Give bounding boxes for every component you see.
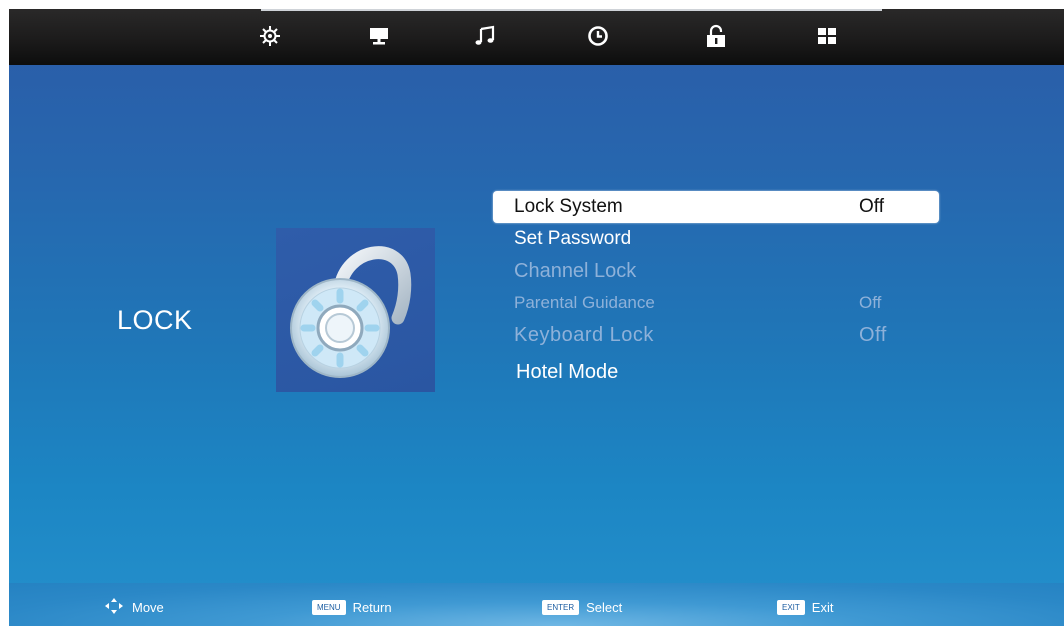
- enter-key-badge: ENTER: [542, 599, 580, 615]
- menu-item-label: Set Password: [514, 228, 632, 249]
- menu-item-label: Channel Lock: [514, 260, 637, 282]
- picture-settings-icon[interactable]: [253, 21, 287, 51]
- combination-padlock-icon: [276, 228, 435, 392]
- menu-item-label: Lock System: [514, 196, 623, 217]
- hint-select: ENTER Select: [542, 599, 622, 615]
- exit-key-badge: EXIT: [777, 599, 805, 615]
- menu-item-set-password[interactable]: Set Password: [493, 223, 939, 255]
- hint-label: Move: [132, 599, 164, 615]
- menu-item-value: Off: [859, 196, 884, 217]
- hint-label: Exit: [811, 599, 834, 615]
- move-arrows-icon: [105, 597, 123, 617]
- bottom-hint-bar: Move MENU Return ENTER Select EXIT Exit: [9, 583, 1064, 626]
- menu-item-label: Parental Guidance: [514, 293, 655, 312]
- page-title: LOCK: [117, 305, 193, 335]
- clock-icon[interactable]: [581, 21, 615, 51]
- padlock-icon[interactable]: [699, 21, 733, 51]
- menu-item-value: Off: [859, 324, 887, 346]
- hint-exit: EXIT Exit: [777, 599, 833, 615]
- menu-item-hotel-mode[interactable]: Hotel Mode: [493, 356, 939, 388]
- tv-osd-screen: LOCK Lock System Off Set Password Channe…: [9, 9, 1064, 626]
- hint-label: Select: [586, 599, 623, 615]
- menu-item-channel-lock: Channel Lock: [493, 255, 939, 287]
- menu-item-label: Keyboard Lock: [514, 324, 654, 346]
- menu-item-lock-system[interactable]: Lock System Off: [493, 191, 939, 223]
- top-menu-bar: [9, 9, 1064, 65]
- menu-item-value: Off: [859, 293, 882, 312]
- music-note-icon[interactable]: [468, 21, 502, 51]
- menu-key-badge: MENU: [312, 599, 346, 615]
- screen-icon[interactable]: [362, 21, 396, 51]
- menu-item-parental-guidance: Parental Guidance Off: [493, 287, 939, 319]
- hint-return: MENU Return: [312, 599, 392, 615]
- hint-move: Move: [105, 597, 164, 617]
- menu-item-keyboard-lock: Keyboard Lock Off: [493, 319, 939, 351]
- grid-icon[interactable]: [810, 21, 844, 51]
- hint-label: Return: [352, 599, 392, 615]
- lock-menu: Lock System Off Set Password Channel Loc…: [493, 191, 939, 401]
- menu-item-label: Hotel Mode: [516, 361, 619, 383]
